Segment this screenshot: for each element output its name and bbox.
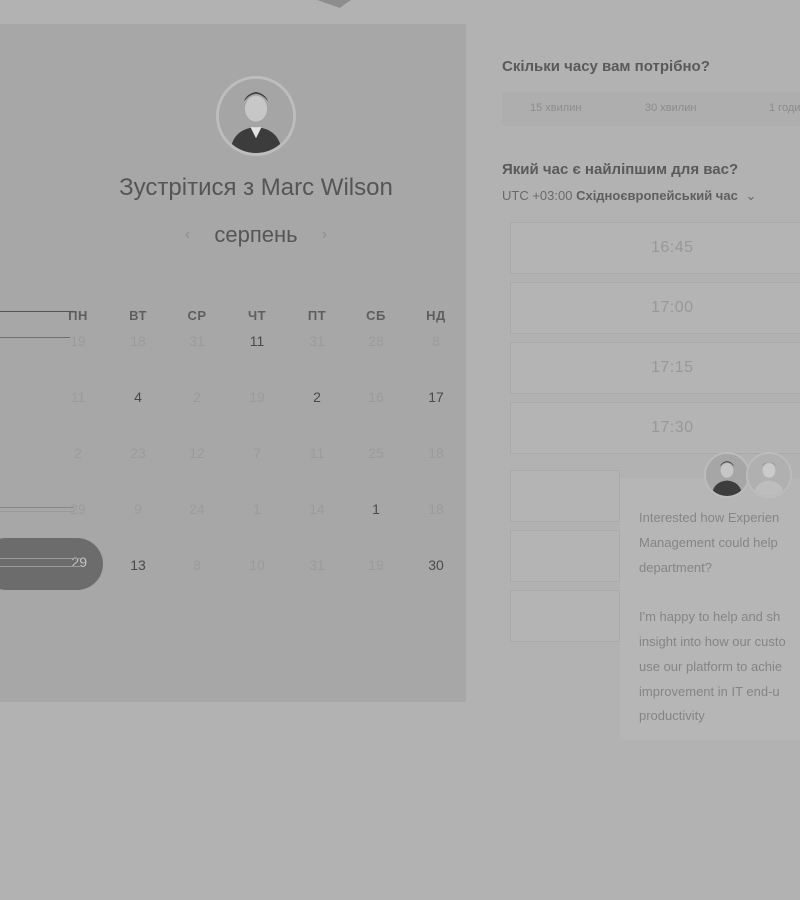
calendar-day: 24 [189, 501, 205, 517]
time-slot-label: 17:30 [651, 419, 694, 436]
calendar-day: 23 [130, 445, 146, 461]
calendar-day: 29 [70, 501, 86, 517]
calendar-day: 12 [189, 445, 205, 461]
calendar-day: 31 [189, 333, 205, 349]
timezone-name: Східноєвропейський час [576, 188, 738, 203]
chevron-down-icon: ⌄ [745, 188, 757, 203]
calendar-day: 31 [309, 333, 325, 349]
time-slot[interactable] [510, 530, 620, 582]
person-icon [748, 454, 790, 496]
host-avatar [216, 76, 296, 156]
calendar-day[interactable]: 17 [416, 389, 456, 405]
agent-avatar [704, 452, 750, 498]
calendar-day: 8 [432, 333, 440, 349]
calendar-day: 18 [428, 445, 444, 461]
time-slot[interactable] [510, 470, 620, 522]
selected-day[interactable]: 29 [0, 538, 103, 590]
calendar-day[interactable]: 30 [416, 557, 456, 573]
time-slot-label: 17:15 [651, 359, 694, 376]
time-slot-label: 17:00 [651, 299, 694, 316]
weekday-wed: СР [187, 308, 207, 323]
calendar-day: 19 [368, 557, 384, 573]
time-slot[interactable]: 16:45 [510, 222, 800, 274]
duration-heading: Скільки часу вам потрібно? [502, 58, 710, 75]
weekday-thu: ЧТ [247, 308, 267, 323]
weekday-sun: НД [426, 308, 446, 323]
time-heading: Який час є найліпшим для вас? [502, 161, 739, 178]
timezone-selector[interactable]: UTC +03:00 Східноєвропейський час ⌄ [502, 188, 756, 204]
time-slot-label: 16:45 [651, 239, 694, 256]
chat-line: improvement in IT end-u [639, 683, 780, 699]
time-slot[interactable]: 17:00 [510, 282, 800, 334]
chat-line: Management could help [639, 534, 778, 550]
agent-avatar [746, 452, 792, 498]
calendar-day: 11 [309, 445, 325, 461]
pointer-arrow-icon [317, 0, 351, 8]
calendar-day: 8 [193, 557, 201, 573]
pill-line [0, 566, 80, 567]
calendar-day: 25 [368, 445, 384, 461]
calendar-day[interactable]: 2 [297, 389, 337, 405]
weekday-tue: ВТ [129, 308, 147, 323]
weekday-sat: СБ [366, 308, 386, 323]
pill-line [0, 558, 80, 559]
chat-line: use our platform to achie [639, 658, 783, 674]
time-slot[interactable]: 17:30 [510, 402, 800, 454]
meeting-title: Зустрітися з Marc Wilson [119, 174, 393, 201]
calendar-day[interactable]: 1 [356, 501, 396, 517]
chat-line: Interested how Experien [639, 510, 780, 525]
calendar-day[interactable]: 13 [118, 557, 158, 573]
calendar-day: 2 [193, 389, 201, 405]
person-icon [219, 79, 293, 153]
chat-line: department? [639, 559, 712, 575]
weekday-fri: ПТ [307, 308, 327, 323]
tab-1-hour[interactable]: 1 годи [769, 102, 800, 114]
timezone-offset: UTC +03:00 [502, 188, 573, 203]
calendar-day: 18 [130, 333, 146, 349]
calendar-day: 7 [253, 445, 261, 461]
chat-line: insight into how our custo [639, 634, 786, 649]
calendar-day: 18 [428, 501, 444, 517]
calendar-day[interactable]: 11 [237, 333, 277, 349]
calendar-day: 11 [70, 389, 86, 405]
month-navigator: ‹ серпень › [0, 222, 512, 248]
selected-day-label: 29 [71, 554, 87, 570]
calendar-day: 28 [368, 333, 384, 349]
chat-line: productivity [639, 708, 705, 724]
chat-line: I'm happy to help and sh [639, 609, 781, 625]
duration-tabs: 15 хвилин 30 хвилин 1 годи [502, 92, 800, 126]
column-divider-line [0, 311, 74, 312]
calendar-day: 2 [74, 445, 82, 461]
month-label: серпень [214, 222, 298, 247]
calendar-day[interactable]: 4 [118, 389, 158, 405]
calendar-day: 14 [309, 501, 325, 517]
person-icon [706, 454, 748, 496]
calendar-day: 19 [249, 389, 265, 405]
calendar-day: 31 [309, 557, 325, 573]
next-month-button[interactable]: › [322, 226, 327, 244]
time-slot[interactable] [510, 590, 620, 642]
tab-15-min[interactable]: 15 хвилин [530, 102, 581, 114]
time-slot[interactable]: 17:15 [510, 342, 800, 394]
tab-30-min[interactable]: 30 хвилин [645, 102, 696, 114]
calendar-day: 10 [249, 557, 265, 573]
calendar-day: 1 [253, 501, 261, 517]
calendar-day: 16 [368, 389, 384, 405]
prev-month-button[interactable]: ‹ [185, 226, 190, 244]
calendar-day: 19 [70, 333, 86, 349]
calendar-day: 9 [134, 501, 142, 517]
